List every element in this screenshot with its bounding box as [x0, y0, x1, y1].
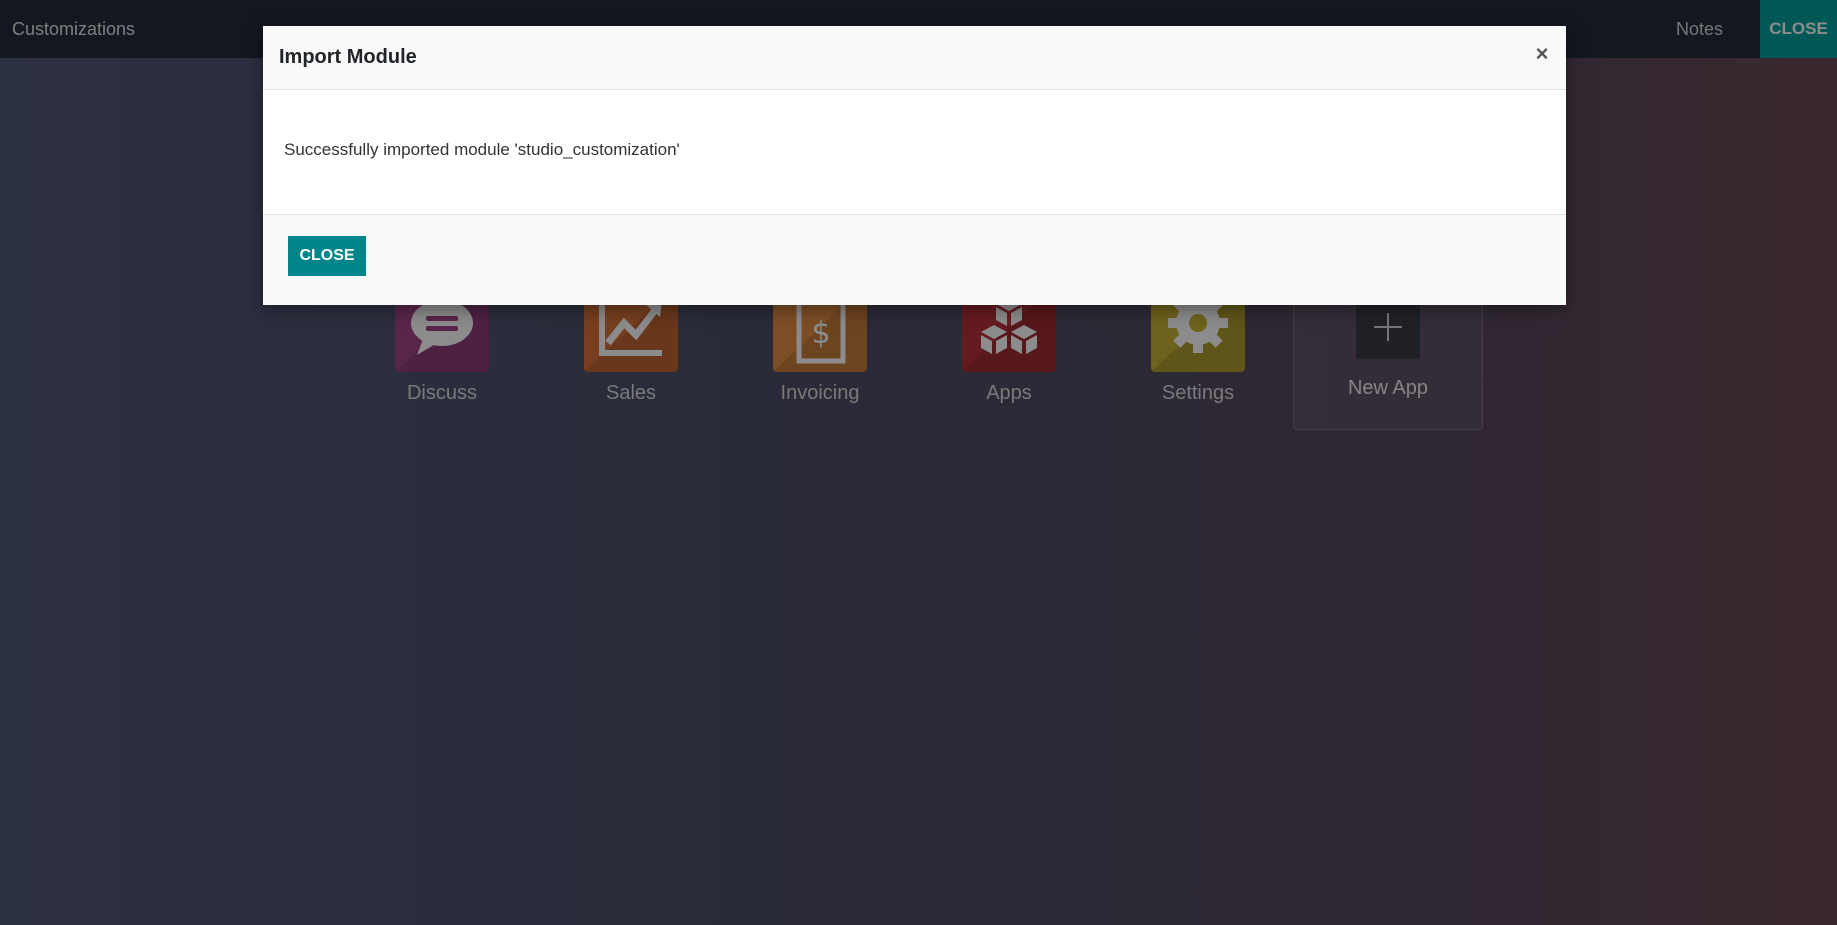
modal-body: Successfully imported module 'studio_cus… [263, 90, 1566, 215]
modal-title: Import Module [279, 46, 417, 68]
success-message: Successfully imported module 'studio_cus… [284, 140, 680, 159]
close-button[interactable]: CLOSE [288, 236, 366, 276]
modal-footer: CLOSE [263, 215, 1566, 305]
modal-header: Import Module × [263, 26, 1566, 90]
close-icon[interactable]: × [1530, 40, 1554, 68]
import-module-dialog: Import Module × Successfully imported mo… [263, 26, 1566, 305]
